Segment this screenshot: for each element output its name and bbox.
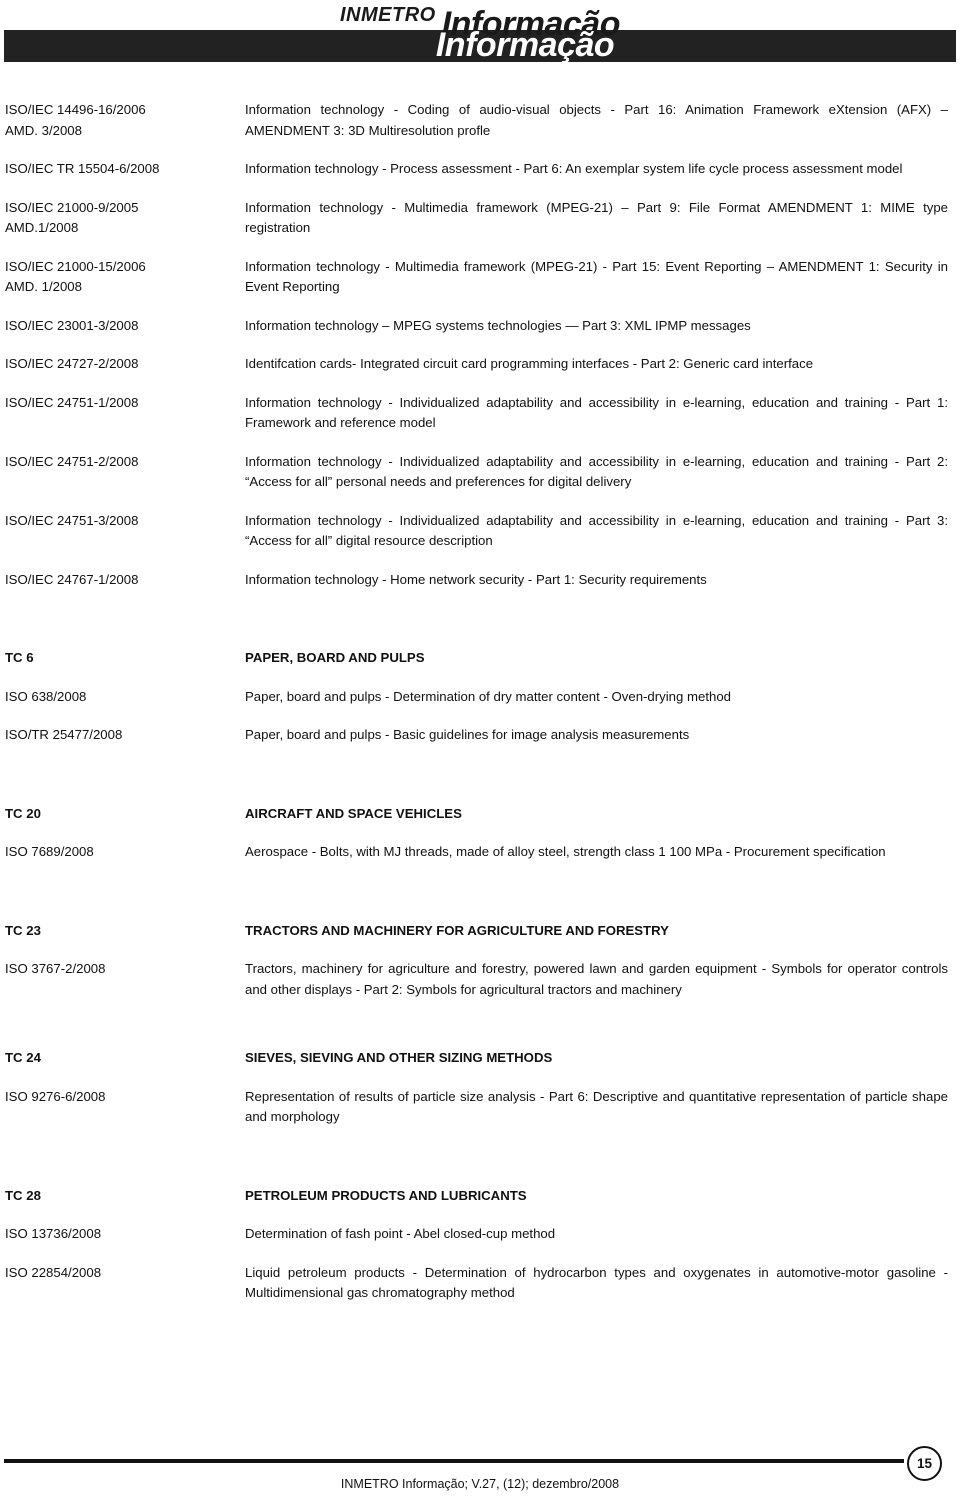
standard-description: Information technology - Individualized …: [245, 453, 948, 490]
standard-code: ISO/TR 25477/2008: [5, 727, 123, 742]
standard-code: ISO 13736/2008: [5, 1226, 102, 1241]
tc-code: TC 28: [5, 1187, 41, 1203]
page-number-badge: 15: [907, 1446, 942, 1481]
tc-code: TC 6: [5, 650, 34, 665]
standard-code: ISO/IEC TR 15504-6/2008: [5, 161, 160, 176]
standard-entry: ISO/IEC 14496-16/2006 AMD. 3/2008 Inform…: [0, 100, 960, 141]
standard-entry: ISO 13736/2008 Determination of fash poi…: [0, 1224, 960, 1245]
standard-description: Paper, board and pulps - Determination o…: [245, 688, 731, 704]
standard-entry: ISO/IEC TR 15504-6/2008 Information tech…: [0, 159, 960, 180]
standard-entry: ISO 9276-6/2008 Representation of result…: [0, 1087, 960, 1128]
standards-list: ISO/IEC 14496-16/2006 AMD. 3/2008 Inform…: [0, 78, 960, 1304]
standard-entry: ISO/IEC 23001-3/2008 Information technol…: [0, 316, 960, 337]
standard-entry: ISO/TR 25477/2008 Paper, board and pulps…: [0, 725, 960, 746]
standard-entry: ISO/IEC 21000-9/2005 AMD.1/2008 Informat…: [0, 198, 960, 239]
tc-title: PETROLEUM PRODUCTS AND LUBRICANTS: [245, 1187, 527, 1203]
standard-entry: ISO/IEC 24767-1/2008 Information technol…: [0, 570, 960, 591]
standard-code: ISO 638/2008: [5, 688, 87, 704]
standard-entry: ISO/IEC 24751-3/2008 Information technol…: [0, 511, 960, 552]
tc-section-header: TC 20 AIRCRAFT AND SPACE VEHICLES: [0, 804, 960, 825]
tc-section-header: TC 6 PAPER, BOARD AND PULPS: [0, 648, 960, 669]
standard-code: ISO 9276-6/2008: [5, 1088, 106, 1104]
page-footer: 15 INMETRO Informação; V.27, (12); dezem…: [0, 1437, 960, 1503]
standard-code: ISO/IEC 24727-2/2008: [5, 356, 139, 371]
standard-code: ISO/IEC 24751-2/2008: [5, 453, 139, 469]
tc-section-header: TC 23 TRACTORS AND MACHINERY FOR AGRICUL…: [0, 921, 960, 942]
standard-description: Determination of fash point - Abel close…: [245, 1226, 556, 1241]
tc-title: PAPER, BOARD AND PULPS: [245, 650, 425, 665]
standard-description: Identifcation cards- Integrated circuit …: [245, 356, 814, 371]
standard-description: Information technology – MPEG systems te…: [245, 317, 751, 333]
standard-description: Information technology - Individualized …: [245, 394, 948, 431]
standard-description: Representation of results of particle si…: [245, 1088, 948, 1125]
standard-description: Information technology - Coding of audio…: [245, 102, 948, 138]
standard-description: Information technology - Home network se…: [245, 571, 707, 587]
page-masthead: INMETRO Informação Informação: [0, 0, 960, 78]
tc-title: TRACTORS AND MACHINERY FOR AGRICULTURE A…: [245, 922, 669, 938]
standard-description: Information technology - Individualized …: [245, 512, 948, 549]
standard-description: Aerospace - Bolts, with MJ threads, made…: [245, 844, 886, 859]
standard-description: Information technology - Multimedia fram…: [245, 199, 948, 236]
standard-code: ISO 7689/2008: [5, 844, 94, 859]
standard-entry: ISO/IEC 24727-2/2008 Identifcation cards…: [0, 354, 960, 375]
standard-description: Information technology - Multimedia fram…: [245, 258, 948, 295]
tc-section-header: TC 28 PETROLEUM PRODUCTS AND LUBRICANTS: [0, 1186, 960, 1207]
standard-entry: ISO 638/2008 Paper, board and pulps - De…: [0, 687, 960, 708]
footer-citation: INMETRO Informação; V.27, (12); dezembro…: [340, 1477, 620, 1491]
masthead-title-ghost: Informação: [435, 26, 615, 64]
standard-code: ISO 3767-2/2008: [5, 961, 106, 976]
tc-code: TC 20: [5, 805, 41, 821]
footer-divider: [4, 1459, 904, 1463]
standard-entry: ISO/IEC 21000-15/2006 AMD. 1/2008 Inform…: [0, 257, 960, 298]
standard-entry: ISO 3767-2/2008 Tractors, machinery for …: [0, 959, 960, 1000]
standard-code: ISO/IEC 24751-3/2008: [5, 512, 139, 528]
standard-code: ISO/IEC 21000-15/2006 AMD. 1/2008: [5, 258, 146, 295]
standard-description: Tractors, machinery for agriculture and …: [245, 961, 948, 997]
standard-code: ISO/IEC 24767-1/2008: [5, 571, 139, 587]
standard-code: ISO/IEC 21000-9/2005 AMD.1/2008: [5, 199, 139, 236]
tc-title: SIEVES, SIEVING AND OTHER SIZING METHODS: [245, 1050, 553, 1065]
standard-description: Paper, board and pulps - Basic guideline…: [245, 727, 690, 742]
tc-code: TC 24: [5, 1050, 41, 1065]
standard-description: Information technology - Process assessm…: [245, 161, 903, 176]
masthead-logo: INMETRO Informação Informação: [0, 0, 960, 64]
tc-code: TC 23: [5, 922, 41, 938]
tc-title: AIRCRAFT AND SPACE VEHICLES: [245, 805, 462, 821]
masthead-brand: INMETRO: [340, 4, 436, 26]
standard-code: ISO/IEC 23001-3/2008: [5, 317, 139, 333]
standard-entry: ISO 7689/2008 Aerospace - Bolts, with MJ…: [0, 842, 960, 863]
standard-entry: ISO 22854/2008 Liquid petroleum products…: [0, 1263, 960, 1304]
standard-entry: ISO/IEC 24751-1/2008 Information technol…: [0, 393, 960, 434]
standard-code: ISO/IEC 24751-1/2008: [5, 394, 139, 410]
tc-section-header: TC 24 SIEVES, SIEVING AND OTHER SIZING M…: [0, 1048, 960, 1069]
standard-entry: ISO/IEC 24751-2/2008 Information technol…: [0, 452, 960, 493]
standard-code: ISO 22854/2008: [5, 1264, 102, 1280]
standard-code: ISO/IEC 14496-16/2006 AMD. 3/2008: [5, 102, 146, 138]
standard-description: Liquid petroleum products - Determinatio…: [245, 1264, 948, 1301]
